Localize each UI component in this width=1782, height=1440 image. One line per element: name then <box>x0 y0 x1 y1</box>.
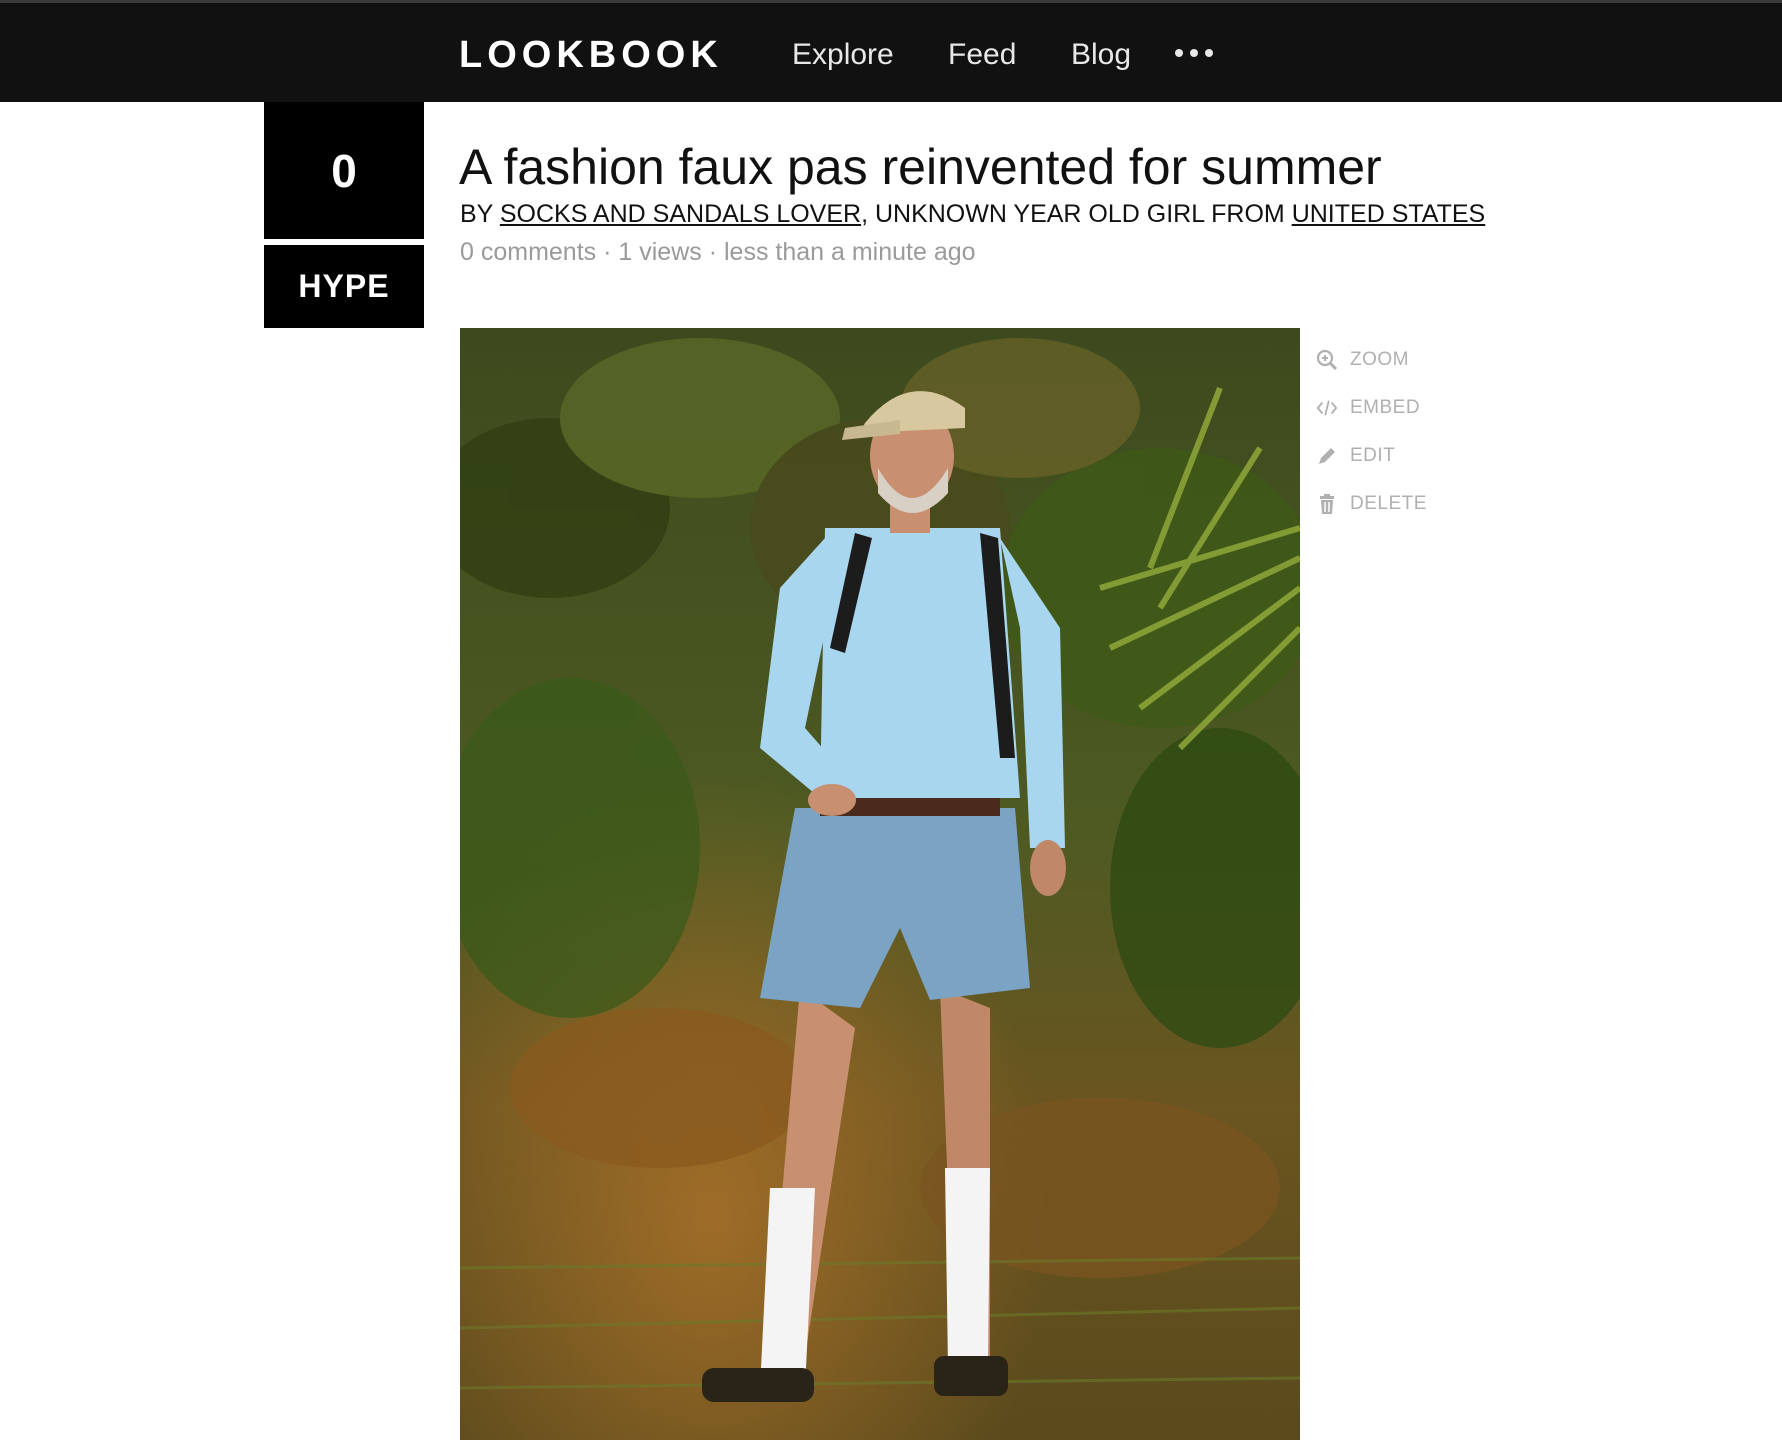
photo-actions: ZOOM EMBED EDIT DELETE <box>1316 336 1427 528</box>
top-nav-bar: LOOKBOOK Explore Feed Blog <box>0 0 1782 102</box>
lookbook-logo[interactable]: LOOKBOOK <box>459 33 723 77</box>
meta-separator: · <box>701 238 724 266</box>
post-time: less than a minute ago <box>723 238 976 266</box>
edit-action[interactable]: EDIT <box>1316 432 1427 480</box>
nav-link-explore[interactable]: Explore <box>792 36 894 74</box>
embed-action[interactable]: EMBED <box>1316 384 1427 432</box>
look-photo[interactable] <box>460 328 1300 1440</box>
hype-count: 0 <box>264 102 424 239</box>
post-meta: 0 comments · 1 views · less than a minut… <box>460 236 976 268</box>
meta-separator: · <box>596 238 619 266</box>
zoom-action[interactable]: ZOOM <box>1316 336 1427 384</box>
edit-label: EDIT <box>1350 445 1396 466</box>
look-photo-illustration <box>460 328 1300 1440</box>
byline-suffix: , UNKNOWN YEAR OLD GIRL FROM <box>861 200 1292 228</box>
ellipsis-icon[interactable] <box>1175 49 1213 57</box>
author-link[interactable]: SOCKS AND SANDALS LOVER <box>500 200 861 228</box>
nav-link-blog[interactable]: Blog <box>1071 36 1131 74</box>
comments-count[interactable]: 0 comments <box>460 238 596 266</box>
trash-icon <box>1316 493 1338 515</box>
post-title: A fashion faux pas reinvented for summer <box>459 139 1382 195</box>
zoom-label: ZOOM <box>1350 349 1409 370</box>
nav-link-feed[interactable]: Feed <box>948 36 1016 74</box>
location-link[interactable]: UNITED STATES <box>1292 200 1486 228</box>
delete-action[interactable]: DELETE <box>1316 480 1427 528</box>
hype-button[interactable]: HYPE <box>264 245 424 328</box>
delete-label: DELETE <box>1350 493 1427 514</box>
post-byline: BY SOCKS AND SANDALS LOVER, UNKNOWN YEAR… <box>460 198 1485 230</box>
embed-icon <box>1316 397 1338 419</box>
views-count: 1 views <box>618 238 702 266</box>
zoom-icon <box>1316 349 1338 371</box>
embed-label: EMBED <box>1350 397 1421 418</box>
byline-prefix: BY <box>460 200 500 228</box>
pencil-icon <box>1316 445 1338 467</box>
